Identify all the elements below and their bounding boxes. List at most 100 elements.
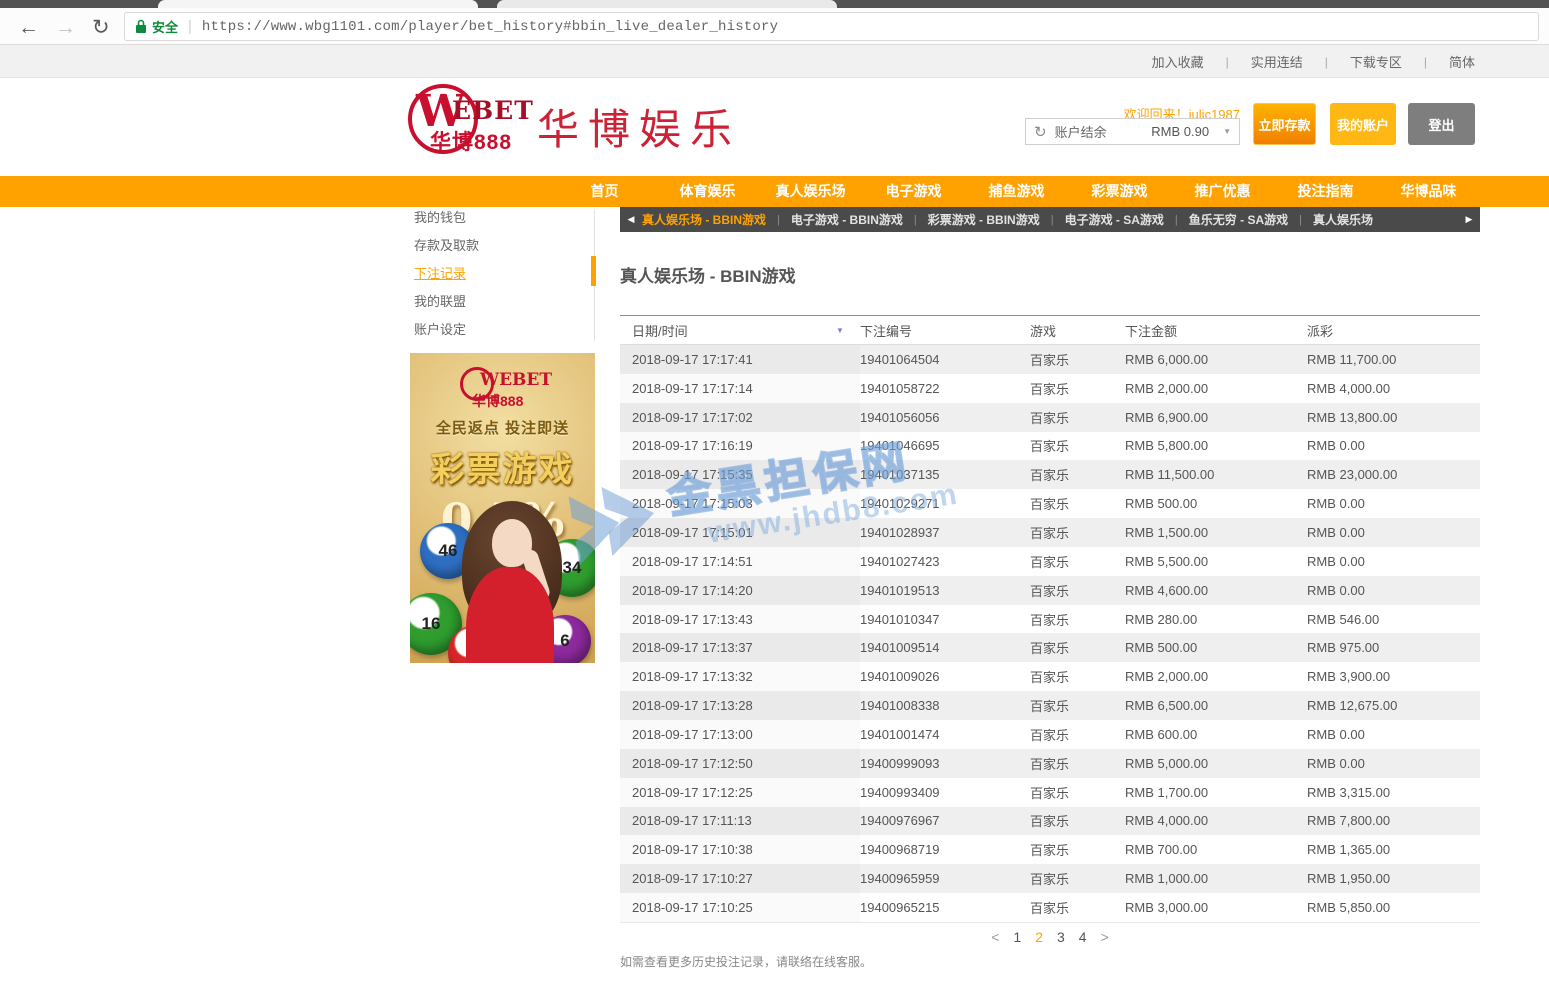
history-tab[interactable]: 鱼乐无穷 - SA游戏 [1189, 211, 1288, 228]
utility-link[interactable]: 简体 [1449, 52, 1475, 71]
my-account-button[interactable]: 我的账户 [1330, 103, 1396, 145]
pagination-page[interactable]: 4 [1079, 929, 1087, 945]
cell-game: 百家乐 [1030, 840, 1125, 859]
separator: | [1299, 214, 1302, 226]
cell-datetime: 2018-09-17 17:12:50 [620, 749, 860, 778]
pagination-page[interactable]: 2 [1035, 929, 1043, 945]
pagination-page[interactable]: 3 [1057, 929, 1065, 945]
sidebar-item[interactable]: 我的联盟 [410, 288, 590, 316]
cell-bet-amount: RMB 1,500.00 [1125, 525, 1307, 540]
table-row: 2018-09-17 17:16:1919401046695百家乐RMB 5,8… [620, 432, 1480, 461]
nav-item[interactable]: 电子游戏 [862, 176, 965, 207]
cell-datetime: 2018-09-17 17:17:02 [620, 403, 860, 432]
nav-item[interactable]: 首页 [553, 176, 656, 207]
cell-datetime: 2018-09-17 17:13:00 [620, 720, 860, 749]
cell-datetime: 2018-09-17 17:15:03 [620, 489, 860, 518]
history-tab[interactable]: 电子游戏 - SA游戏 [1065, 211, 1164, 228]
table-row: 2018-09-17 17:12:5019400999093百家乐RMB 5,0… [620, 749, 1480, 778]
separator: | [1051, 214, 1054, 226]
table-row: 2018-09-17 17:15:0319401029271百家乐RMB 500… [620, 489, 1480, 518]
cell-game: 百家乐 [1030, 436, 1125, 455]
cell-bet-amount: RMB 5,800.00 [1125, 438, 1307, 453]
table-row: 2018-09-17 17:13:0019401001474百家乐RMB 600… [620, 720, 1480, 749]
nav-item[interactable]: 彩票游戏 [1068, 176, 1171, 207]
cell-bet-amount: RMB 5,500.00 [1125, 554, 1307, 569]
tabs-scroll-right-icon[interactable]: ▶ [1458, 207, 1480, 232]
utility-link[interactable]: 实用连结 [1251, 52, 1303, 71]
sidebar-item[interactable]: 下注记录 [410, 260, 590, 288]
cell-game: 百家乐 [1030, 869, 1125, 888]
cell-datetime: 2018-09-17 17:12:25 [620, 778, 860, 807]
utility-link[interactable]: 下载专区 [1350, 52, 1402, 71]
cell-game: 百家乐 [1030, 783, 1125, 802]
cell-bet-id: 19401064504 [860, 352, 1030, 367]
pagination-prev[interactable]: < [991, 929, 999, 945]
column-header[interactable]: 日期/时间 [620, 321, 860, 340]
table-row: 2018-09-17 17:10:2519400965215百家乐RMB 3,0… [620, 893, 1480, 922]
browser-tab[interactable] [497, 0, 837, 8]
sidebar-item[interactable]: 账户设定 [410, 316, 590, 344]
promo-banner[interactable]: WEBET 华博888 全民返点 投注即送 彩票游戏 0.5% 46341646 [410, 353, 595, 663]
cell-payout: RMB 3,315.00 [1307, 785, 1480, 800]
sidebar-item[interactable]: 我的钱包 [410, 204, 590, 232]
balance-dropdown[interactable]: ↻ 账户结余 RMB 0.90 ▼ [1025, 118, 1240, 145]
cell-bet-amount: RMB 1,000.00 [1125, 871, 1307, 886]
deposit-button[interactable]: 立即存款 [1253, 103, 1316, 145]
table-header: 日期/时间下注编号游戏下注金额派彩 [620, 315, 1480, 345]
table-row: 2018-09-17 17:13:4319401010347百家乐RMB 280… [620, 605, 1480, 634]
cell-datetime: 2018-09-17 17:10:25 [620, 893, 860, 922]
banner-product: 彩票游戏 [410, 442, 595, 491]
balance-refresh-icon[interactable]: ↻ [1034, 123, 1047, 141]
history-tab[interactable]: 真人娱乐场 - BBIN游戏 [642, 211, 766, 228]
tabs-scroll-left-icon[interactable]: ◀ [620, 207, 642, 232]
column-header: 下注编号 [860, 321, 1030, 340]
cell-game: 百家乐 [1030, 523, 1125, 542]
utility-link[interactable]: 加入收藏 [1152, 52, 1204, 71]
cell-datetime: 2018-09-17 17:15:35 [620, 460, 860, 489]
chevron-down-icon[interactable]: ▼ [1223, 127, 1231, 136]
cell-payout: RMB 12,675.00 [1307, 698, 1480, 713]
sort-desc-icon[interactable]: ▼ [836, 326, 844, 335]
sidebar-item[interactable]: 存款及取款 [410, 232, 590, 260]
banner-slogan: 全民返点 投注即送 [410, 417, 595, 438]
cell-bet-amount: RMB 2,000.00 [1125, 669, 1307, 684]
browser-tab[interactable] [158, 0, 478, 8]
nav-item[interactable]: 捕鱼游戏 [965, 176, 1068, 207]
logout-button[interactable]: 登出 [1408, 103, 1475, 145]
cell-bet-amount: RMB 3,000.00 [1125, 900, 1307, 915]
cell-bet-id: 19401028937 [860, 525, 1030, 540]
nav-item[interactable]: 体育娱乐 [656, 176, 759, 207]
history-tab[interactable]: 电子游戏 - BBIN游戏 [791, 211, 903, 228]
cell-bet-id: 19401058722 [860, 381, 1030, 396]
pagination-next[interactable]: > [1101, 929, 1109, 945]
cell-datetime: 2018-09-17 17:13:28 [620, 691, 860, 720]
cell-bet-amount: RMB 11,500.00 [1125, 467, 1307, 482]
balance-value: RMB 0.90 [1151, 124, 1209, 139]
nav-item[interactable]: 推广优惠 [1171, 176, 1274, 207]
banner-logo-888: 华博888 [472, 391, 523, 411]
nav-item[interactable]: 真人娱乐场 [759, 176, 862, 207]
nav-item[interactable]: 华博品味 [1377, 176, 1480, 207]
history-tab[interactable]: 彩票游戏 - BBIN游戏 [928, 211, 1040, 228]
table-row: 2018-09-17 17:13:2819401008338百家乐RMB 6,5… [620, 691, 1480, 720]
site-logo[interactable]: 华博娱乐 [537, 96, 741, 157]
nav-item[interactable]: 投注指南 [1274, 176, 1377, 207]
address-bar[interactable]: 安全 | https://www.wbg1101.com/player/bet_… [124, 12, 1539, 41]
cell-game: 百家乐 [1030, 811, 1125, 830]
column-header: 下注金额 [1125, 321, 1307, 340]
separator: | [1325, 55, 1328, 69]
cell-bet-amount: RMB 600.00 [1125, 727, 1307, 742]
history-tab[interactable]: 真人娱乐场 [1313, 211, 1373, 228]
back-icon[interactable]: ← [18, 18, 39, 38]
cell-game: 百家乐 [1030, 667, 1125, 686]
cell-game: 百家乐 [1030, 754, 1125, 773]
pagination-page[interactable]: 1 [1013, 929, 1021, 945]
separator: | [1175, 214, 1178, 226]
cell-datetime: 2018-09-17 17:13:43 [620, 605, 860, 634]
banner-logo: WEBET 华博888 [410, 365, 595, 417]
refresh-icon[interactable]: ↻ [92, 18, 110, 38]
url-text: https://www.wbg1101.com/player/bet_histo… [202, 19, 778, 35]
site-header: W EBET 华博888 华博娱乐 欢迎回来！julic1987 ↻ 账户结余 … [0, 78, 1549, 176]
forward-icon[interactable]: → [55, 18, 76, 38]
logo-webet-text: EBET [452, 96, 534, 125]
